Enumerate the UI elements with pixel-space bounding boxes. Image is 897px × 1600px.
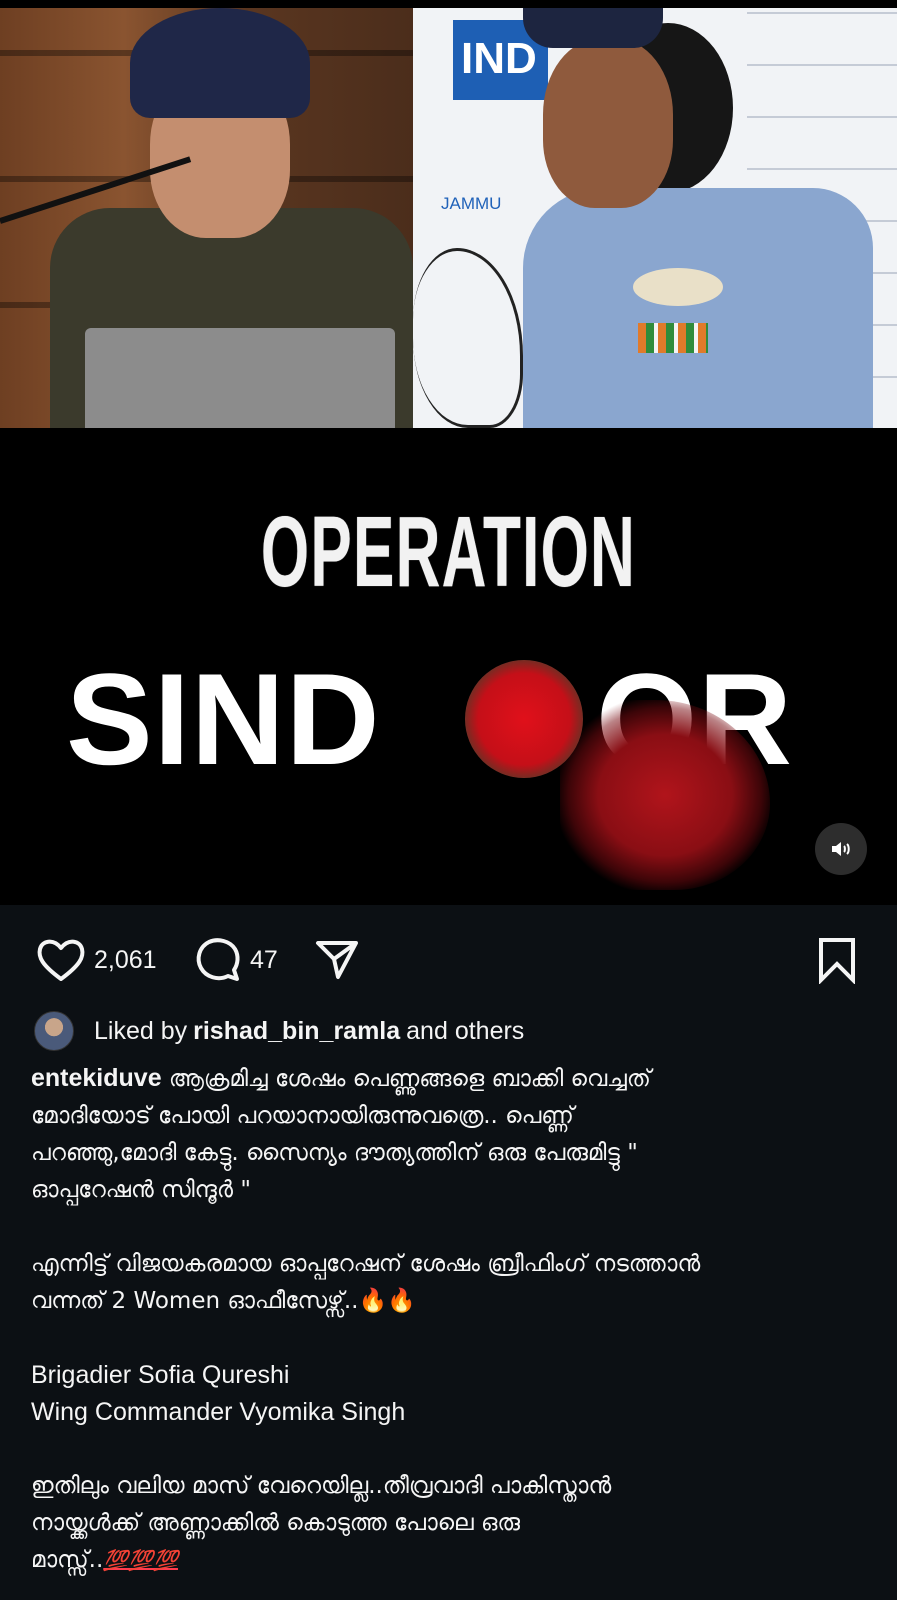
share-icon[interactable] — [314, 937, 360, 983]
caption-line: ഇതിലും വലിയ മാസ് വേറെയില്ല..തീവ്രവാദി പാ… — [31, 1473, 612, 1499]
caption-line: വന്നത് 2 Women ഓഫീസേഴ്സ്.. — [31, 1288, 359, 1314]
liked-by-row[interactable]: Liked by rishad_bin_ramla and others — [34, 1010, 524, 1052]
fire-emoji: 🔥🔥 — [358, 1288, 416, 1314]
caption-line: ഓപ്പറേഷൻ സിന്ദൂർ " — [31, 1177, 251, 1203]
caption-line: മാസ്സ്.. — [31, 1547, 104, 1573]
volume-icon[interactable] — [815, 823, 867, 875]
bookmark-icon[interactable] — [817, 936, 857, 984]
avatar[interactable] — [34, 1011, 74, 1051]
photo-wing-commander: IND JAMMU — [413, 8, 897, 428]
caption-line: എന്നിട്ട് വിജയകരമായ ഓപ്പറേഷന് ശേഷം ബ്രീഫ… — [31, 1251, 701, 1277]
liked-by-user[interactable]: rishad_bin_ramla — [193, 1017, 400, 1046]
comments-count[interactable]: 47 — [250, 946, 278, 975]
like-button[interactable]: 2,061 — [36, 935, 157, 985]
title-operation: OPERATION — [260, 496, 637, 608]
caption-officer-2: Wing Commander Vyomika Singh — [31, 1398, 406, 1426]
caption-username[interactable]: entekiduve — [31, 1064, 162, 1092]
map-label-jammu: JAMMU — [441, 194, 502, 213]
caption-line: ആക്രമിച്ച ശേഷം പെണ്ണുങ്ങളെ ബാക്കി വെച്ചത… — [168, 1066, 651, 1092]
likes-count[interactable]: 2,061 — [94, 946, 157, 975]
caption-line: മോദിയോട് പോയി പറയാനായിരുന്നുവത്രെ.. പെണ്… — [31, 1103, 574, 1129]
share-button[interactable] — [314, 935, 360, 985]
sindoor-bowl — [465, 660, 583, 778]
caption-officer-1: Brigadier Sofia Qureshi — [31, 1361, 290, 1389]
bookmark-button[interactable] — [817, 935, 857, 985]
title-sind: SIND — [66, 646, 381, 792]
caption-line: നായ്ക്കൾക്ക് അണ്ണാക്കിൽ കൊടുത്ത പോലെ ഒരു — [31, 1510, 521, 1536]
comment-icon[interactable] — [194, 936, 242, 984]
post-actions-bar: 2,061 47 — [0, 905, 897, 1005]
liked-by-suffix: and others — [406, 1016, 525, 1045]
hundred-emoji: 💯💯💯 — [103, 1548, 178, 1572]
caption-line: പറഞ്ഞു,മോദി കേട്ടു. സൈന്യം ദൗത്യത്തിന് ഒ… — [31, 1140, 638, 1166]
post-media[interactable]: IND JAMMU OPERATION SIND OR — [0, 0, 897, 905]
comment-button[interactable]: 47 — [194, 935, 278, 985]
post-caption: entekiduve ആക്രമിച്ച ശേഷം പെണ്ണുങ്ങളെ ബാ… — [31, 1060, 881, 1579]
heart-icon[interactable] — [36, 937, 86, 983]
liked-by-prefix: Liked by — [94, 1016, 188, 1045]
photo-brigadier — [0, 8, 413, 428]
